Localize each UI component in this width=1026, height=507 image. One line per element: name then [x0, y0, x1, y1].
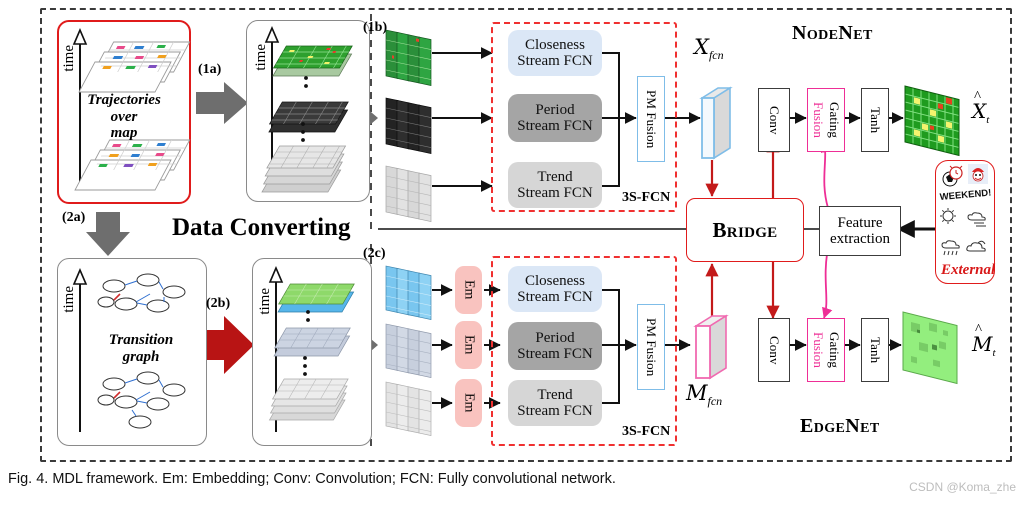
trajectories-line1: Trajectories — [87, 91, 161, 108]
edge-trend-line2: Stream FCN — [517, 403, 593, 419]
nodenet-conv[interactable]: Conv — [758, 88, 790, 152]
period-line2: Stream FCN — [517, 118, 593, 134]
mdl-framework-figure: time Trajectories over map (1a) time (1b… — [0, 0, 1026, 507]
nodenet-stream-trend[interactable]: Trend Stream FCN — [508, 162, 602, 208]
em-label-closeness: Em — [461, 280, 477, 300]
edgenet-pm-fusion-label: PM Fusion — [644, 317, 659, 377]
nodenet-tanh-label: Tanh — [868, 106, 883, 134]
edgenet-gating-fusion[interactable]: Fusion Gating — [807, 318, 845, 382]
nodenet-gating-line1: Gating — [827, 102, 842, 138]
trend-line2: Stream FCN — [517, 185, 593, 201]
xfcn-subscript: fcn — [708, 48, 724, 63]
closeness-line2: Stream FCN — [517, 53, 593, 69]
edgenet-stream-trend[interactable]: Trend Stream FCN — [508, 380, 602, 426]
edgenet-pm-fusion[interactable]: PM Fusion — [637, 304, 665, 390]
nodenet-stream-period[interactable]: Period Stream FCN — [508, 94, 602, 142]
edgenet-conv[interactable]: Conv — [758, 318, 790, 382]
edge-closeness-line2: Stream FCN — [517, 289, 593, 305]
step-label-2b: (2b) — [206, 296, 231, 311]
step-label-1b: (1b) — [363, 20, 388, 35]
feature-extraction-box[interactable]: Feature extraction — [819, 206, 901, 256]
feature-extraction-line1: Feature — [837, 214, 883, 231]
trend-line1: Trend — [537, 168, 573, 185]
transition-line1: Transition — [108, 331, 174, 348]
em-label-period: Em — [461, 335, 477, 355]
nodenet-stream-closeness[interactable]: Closeness Stream FCN — [508, 30, 602, 76]
edge-closeness-line1: Closeness — [524, 272, 585, 289]
time-label-transition: time — [61, 286, 77, 313]
bridge-label: Bridge — [712, 217, 778, 242]
step-label-2a: (2a) — [62, 210, 86, 225]
nodenet-pm-fusion-label: PM Fusion — [644, 89, 659, 149]
mfcn-subscript: fcn — [707, 394, 723, 409]
edge-period-line2: Stream FCN — [517, 346, 593, 362]
nodenet-pm-fusion[interactable]: PM Fusion — [637, 76, 665, 162]
step-label-2c: (2c) — [363, 246, 386, 261]
mfcn-label: Mfcn — [686, 381, 722, 409]
edgenet-tanh[interactable]: Tanh — [861, 318, 889, 382]
transition-caption: Transition graph — [86, 328, 196, 370]
transition-matrix-panel — [252, 258, 372, 446]
nodenet-3sfcn-label: 3S-FCN — [622, 190, 671, 205]
closeness-line1: Closeness — [524, 36, 585, 53]
edgenet-conv-label: Conv — [767, 335, 782, 365]
edgenet-stream-closeness[interactable]: Closeness Stream FCN — [508, 266, 602, 312]
trajectories-line3: map — [110, 125, 138, 142]
trajectories-caption: Trajectories over map — [72, 88, 176, 146]
em-label-trend: Em — [461, 393, 477, 413]
edgenet-embedding-period[interactable]: Em — [455, 321, 482, 369]
edge-trend-line1: Trend — [537, 386, 573, 403]
time-label-gridmap: time — [253, 44, 269, 71]
nodenet-title: NodeNet — [792, 22, 873, 44]
nodenet-gating-fusion[interactable]: Fusion Gating — [807, 88, 845, 152]
time-label-trajectories: time — [61, 45, 77, 72]
figure-caption: Fig. 4. MDL framework. Em: Embedding; Co… — [8, 471, 616, 487]
mt-label: Mt ^ — [972, 322, 996, 359]
edge-period-line1: Period — [535, 329, 575, 346]
trajectories-line2: over — [110, 108, 138, 125]
edgenet-gating-line2: Fusion — [811, 331, 826, 368]
xt-hat-accent: ^ — [974, 89, 982, 105]
nodenet-conv-label: Conv — [767, 105, 782, 135]
edgenet-tanh-label: Tanh — [868, 336, 883, 364]
edgenet-gating-line1: Gating — [827, 332, 842, 368]
external-label: External — [941, 262, 996, 278]
time-label-transmatrix: time — [257, 288, 273, 315]
bridge-box[interactable]: Bridge — [686, 198, 804, 262]
mfcn-symbol: M — [686, 381, 708, 405]
edgenet-3sfcn-label: 3S-FCN — [622, 424, 671, 439]
xt-subscript: t — [986, 114, 990, 126]
data-converting-title: Data Converting — [172, 214, 351, 241]
xfcn-label: Xfcn — [694, 35, 724, 63]
feature-extraction-line2: extraction — [830, 231, 890, 247]
xfcn-symbol: X — [694, 35, 709, 59]
csdn-watermark: CSDN @Koma_zhe — [909, 480, 1016, 494]
edgenet-stream-period[interactable]: Period Stream FCN — [508, 322, 602, 370]
mt-hat-accent: ^ — [975, 322, 983, 338]
transition-line2: graph — [122, 349, 160, 365]
nodenet-gating-line2: Fusion — [811, 101, 826, 138]
xt-label: Xt ^ — [972, 89, 990, 126]
edgenet-embedding-closeness[interactable]: Em — [455, 266, 482, 314]
edgenet-title: EdgeNet — [800, 415, 880, 437]
step-label-1a: (1a) — [198, 62, 222, 77]
nodenet-tanh[interactable]: Tanh — [861, 88, 889, 152]
edgenet-embedding-trend[interactable]: Em — [455, 379, 482, 427]
period-line1: Period — [535, 101, 575, 118]
mt-subscript: t — [992, 347, 996, 359]
